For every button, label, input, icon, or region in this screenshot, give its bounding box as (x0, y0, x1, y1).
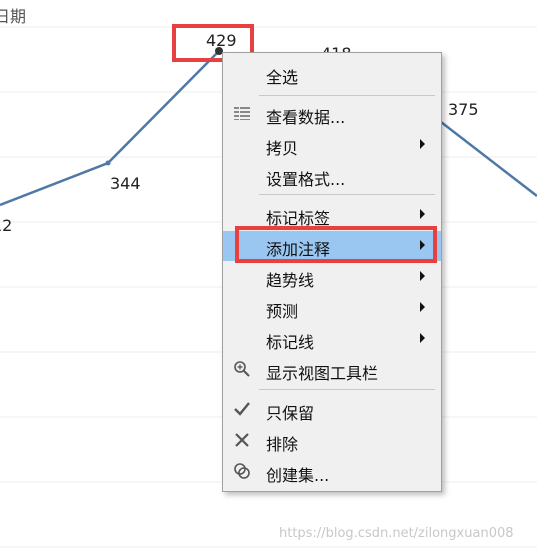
menu-separator (259, 194, 435, 195)
data-label-12: 12 (0, 216, 13, 235)
watermark: https://blog.csdn.net/zilongxuan008 (279, 526, 514, 541)
menu-item-format[interactable]: 设置格式... (223, 161, 441, 191)
menu-item-label: 查看数据... (266, 108, 346, 127)
menu-item-label: 创建集... (266, 466, 330, 485)
set-icon (233, 462, 251, 480)
menu-item-forecast[interactable]: 预测 (223, 293, 441, 323)
data-label-344: 344 (110, 174, 141, 193)
menu-item-exclude[interactable]: 排除 (223, 426, 441, 456)
data-label-375: 375 (448, 100, 479, 119)
submenu-arrow-icon (420, 271, 425, 281)
axis-title: 日期 (0, 7, 27, 26)
context-menu: 全选 查看数据... 拷贝 设置格式... 标记标签 添加注释 趋势线 预测 标… (222, 52, 442, 492)
series-line (440, 121, 537, 197)
submenu-arrow-icon (420, 209, 425, 219)
menu-item-view-data[interactable]: 查看数据... (223, 99, 441, 129)
menu-item-select-all[interactable]: 全选 (223, 59, 441, 89)
highlight-box-menu-item (235, 226, 437, 263)
x-icon (233, 431, 251, 449)
submenu-arrow-icon (420, 139, 425, 149)
menu-item-label: 只保留 (266, 404, 315, 423)
menu-item-copy[interactable]: 拷贝 (223, 130, 441, 160)
submenu-arrow-icon (420, 302, 425, 312)
submenu-arrow-icon (420, 333, 425, 343)
zoom-icon (233, 360, 251, 378)
menu-item-label: 设置格式... (266, 170, 346, 189)
menu-separator (259, 95, 435, 96)
menu-separator (259, 389, 435, 390)
menu-item-label: 预测 (266, 302, 299, 321)
menu-item-trend-lines[interactable]: 趋势线 (223, 262, 441, 292)
menu-item-label: 全选 (266, 68, 299, 87)
menu-item-label: 拷贝 (266, 139, 299, 158)
menu-item-create-set[interactable]: 创建集... (223, 457, 441, 487)
menu-item-label: 标记线 (266, 333, 315, 352)
menu-item-label: 趋势线 (266, 271, 315, 290)
check-icon (233, 400, 251, 418)
data-point[interactable] (105, 160, 111, 166)
menu-item-show-toolbar[interactable]: 显示视图工具栏 (223, 355, 441, 385)
table-icon (233, 104, 251, 122)
menu-item-keep-only[interactable]: 只保留 (223, 395, 441, 425)
menu-item-reference-lines[interactable]: 标记线 (223, 324, 441, 354)
menu-item-label: 排除 (266, 435, 299, 454)
menu-item-label: 显示视图工具栏 (266, 364, 379, 383)
